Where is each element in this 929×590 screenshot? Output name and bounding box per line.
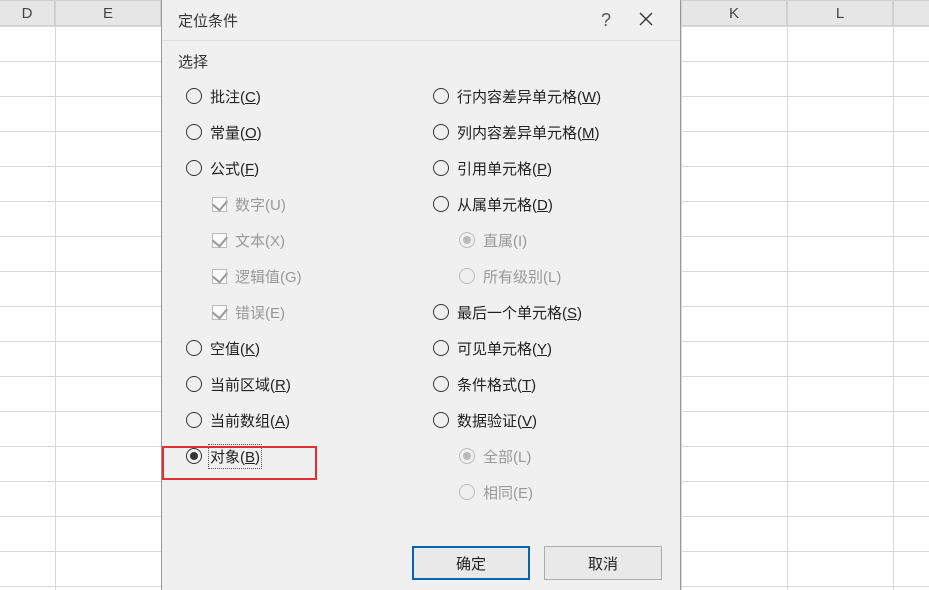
dialog-buttons: 确定 取消 <box>412 546 662 580</box>
option-formulas[interactable]: 公式(F) <box>178 150 417 186</box>
option-label: 列内容差异单元格(M) <box>457 122 600 143</box>
option-label: 相同(E) <box>483 482 533 503</box>
option-label: 从属单元格(D) <box>457 194 553 215</box>
checkbox-icon <box>212 197 227 212</box>
option-label: 可见单元格(Y) <box>457 338 552 359</box>
option-label: 数据验证(V) <box>457 410 537 431</box>
radio-icon <box>186 88 202 104</box>
option-label: 公式(F) <box>210 158 259 179</box>
col-header-empty[interactable] <box>893 0 929 26</box>
option-label: 引用单元格(P) <box>457 158 552 179</box>
option-comments[interactable]: 批注(C) <box>178 78 417 114</box>
close-icon <box>639 12 653 26</box>
col-header-d[interactable]: D <box>0 0 55 26</box>
option-label: 直属(I) <box>483 230 527 251</box>
radio-icon <box>186 340 202 356</box>
checkbox-icon <box>212 305 227 320</box>
radio-icon <box>186 448 202 464</box>
option-label: 条件格式(T) <box>457 374 536 395</box>
close-button[interactable] <box>626 10 666 31</box>
help-button[interactable]: ? <box>586 10 626 31</box>
options-right-column: 行内容差异单元格(W) 列内容差异单元格(M) 引用单元格(P) 从属单元格(D… <box>425 78 664 510</box>
radio-icon <box>433 196 449 212</box>
option-current-region[interactable]: 当前区域(R) <box>178 366 417 402</box>
checkbox-icon <box>212 233 227 248</box>
option-blanks[interactable]: 空值(K) <box>178 330 417 366</box>
cancel-button[interactable]: 取消 <box>544 546 662 580</box>
option-precedents[interactable]: 引用单元格(P) <box>425 150 664 186</box>
option-label: 当前区域(R) <box>210 374 291 395</box>
checkbox-icon <box>212 269 227 284</box>
radio-icon <box>433 88 449 104</box>
option-same: 相同(E) <box>425 474 664 510</box>
option-dependents[interactable]: 从属单元格(D) <box>425 186 664 222</box>
option-objects[interactable]: 对象(B) <box>178 438 417 474</box>
option-label: 文本(X) <box>235 230 285 251</box>
option-current-array[interactable]: 当前数组(A) <box>178 402 417 438</box>
radio-icon <box>186 124 202 140</box>
goto-special-dialog: 定位条件 ? 选择 批注(C) 常量(O) 公式(F) 数字(U) <box>161 0 681 590</box>
option-label: 常量(O) <box>210 122 262 143</box>
section-label-select: 选择 <box>162 40 680 78</box>
col-header-l[interactable]: L <box>787 0 893 26</box>
radio-icon <box>433 160 449 176</box>
radio-icon <box>186 412 202 428</box>
radio-icon <box>433 376 449 392</box>
option-label: 最后一个单元格(S) <box>457 302 582 323</box>
radio-icon <box>433 340 449 356</box>
radio-icon <box>459 484 475 500</box>
radio-icon <box>433 124 449 140</box>
radio-icon <box>459 448 475 464</box>
option-label: 全部(L) <box>483 446 531 467</box>
option-all: 全部(L) <box>425 438 664 474</box>
radio-icon <box>186 376 202 392</box>
option-label: 所有级别(L) <box>483 266 561 287</box>
radio-icon <box>459 268 475 284</box>
option-label: 数字(U) <box>235 194 286 215</box>
radio-icon <box>433 412 449 428</box>
option-last-cell[interactable]: 最后一个单元格(S) <box>425 294 664 330</box>
radio-icon <box>459 232 475 248</box>
option-visible-cells[interactable]: 可见单元格(Y) <box>425 330 664 366</box>
option-label: 当前数组(A) <box>210 410 290 431</box>
dialog-titlebar: 定位条件 ? <box>162 0 680 40</box>
option-direct-only: 直属(I) <box>425 222 664 258</box>
option-label: 逻辑值(G) <box>235 266 302 287</box>
option-label: 对象(B) <box>210 446 260 467</box>
option-label: 错误(E) <box>235 302 285 323</box>
option-label: 行内容差异单元格(W) <box>457 86 601 107</box>
radio-icon <box>186 160 202 176</box>
radio-icon <box>433 304 449 320</box>
col-header-k[interactable]: K <box>681 0 787 26</box>
col-header-e[interactable]: E <box>55 0 161 26</box>
dialog-title: 定位条件 <box>178 10 586 31</box>
option-label: 空值(K) <box>210 338 260 359</box>
option-constants[interactable]: 常量(O) <box>178 114 417 150</box>
option-text: 文本(X) <box>178 222 417 258</box>
option-col-diff[interactable]: 列内容差异单元格(M) <box>425 114 664 150</box>
options-left-column: 批注(C) 常量(O) 公式(F) 数字(U) 文本(X) 逻辑值(G) <box>178 78 417 510</box>
option-logicals: 逻辑值(G) <box>178 258 417 294</box>
option-all-levels: 所有级别(L) <box>425 258 664 294</box>
option-numbers: 数字(U) <box>178 186 417 222</box>
option-cond-format[interactable]: 条件格式(T) <box>425 366 664 402</box>
option-row-diff[interactable]: 行内容差异单元格(W) <box>425 78 664 114</box>
option-data-validation[interactable]: 数据验证(V) <box>425 402 664 438</box>
option-label: 批注(C) <box>210 86 261 107</box>
option-errors: 错误(E) <box>178 294 417 330</box>
ok-button[interactable]: 确定 <box>412 546 530 580</box>
